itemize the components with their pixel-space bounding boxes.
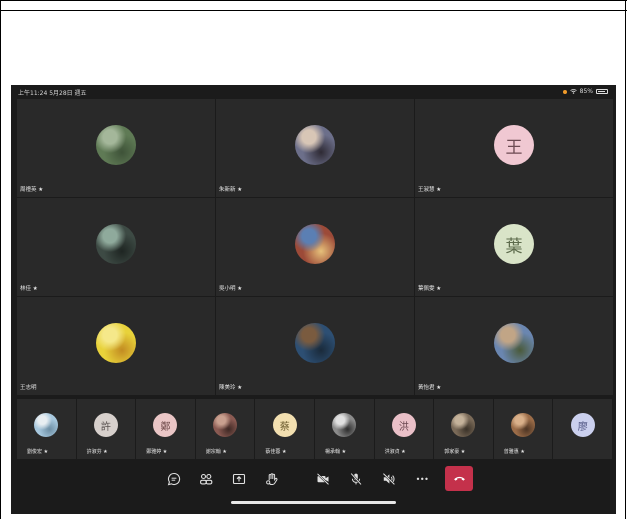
participant-strip: 劉俊宏 ★ 許許淑芬 ★ 鄭鄭雅婷 ★ 謝宗翰 ★ 蔡蔡佳蓉 ★ 楊承翰 ★ 洪洪淑貞 ★ 郭… bbox=[17, 399, 613, 459]
raise-hand-button[interactable] bbox=[263, 470, 281, 488]
more-options-icon: ••• bbox=[415, 474, 429, 484]
participant-name: 朱新新 ★ bbox=[219, 187, 243, 193]
header-rule bbox=[0, 10, 627, 11]
recording-dot-icon bbox=[562, 89, 567, 94]
participant-thumbnail[interactable]: 郭家豪 ★ bbox=[434, 399, 493, 459]
participant-name: 王淑慧 ★ bbox=[418, 187, 442, 193]
avatar-photo bbox=[332, 413, 357, 437]
participant-tile[interactable]: 周禮英 ★ bbox=[17, 99, 215, 197]
call-controls: ••• bbox=[11, 462, 616, 496]
speaker-toggle-button[interactable] bbox=[380, 470, 398, 488]
participant-name: 葉佩雯 ★ bbox=[418, 286, 442, 292]
top-border bbox=[0, 0, 627, 1]
avatar-photo bbox=[451, 413, 476, 437]
participant-name: 鄭雅婷 ★ bbox=[146, 449, 168, 455]
avatar-photo bbox=[494, 323, 534, 363]
participant-name: 林佳 ★ bbox=[20, 286, 38, 292]
share-screen-icon bbox=[232, 473, 246, 485]
participant-name: 曾雅惠 ★ bbox=[503, 449, 525, 455]
participant-name: 許淑芬 ★ bbox=[86, 449, 108, 455]
participant-name: 劉俊宏 ★ bbox=[27, 449, 49, 455]
share-screen-button[interactable] bbox=[230, 470, 248, 488]
avatar-photo bbox=[96, 125, 136, 165]
participant-name: 郭家豪 ★ bbox=[444, 449, 466, 455]
more-options-button[interactable]: ••• bbox=[413, 470, 431, 488]
participant-thumbnail[interactable]: 蔡蔡佳蓉 ★ bbox=[255, 399, 314, 459]
avatar-initial-letter: 許 bbox=[100, 421, 111, 433]
avatar-initial: 蔡 bbox=[272, 413, 297, 437]
participant-name: 洪淑貞 ★ bbox=[384, 449, 406, 455]
avatar-photo bbox=[295, 125, 335, 165]
battery-icon bbox=[596, 89, 608, 94]
participant-name: 王志明 bbox=[20, 385, 37, 391]
participants-icon bbox=[200, 473, 213, 485]
avatar-initial: 廖 bbox=[570, 413, 595, 437]
avatar-initial: 王 bbox=[494, 125, 534, 165]
battery-percent: 85% bbox=[579, 88, 593, 95]
participant-thumbnail[interactable]: 楊承翰 ★ bbox=[315, 399, 374, 459]
avatar-initial-letter: 廖 bbox=[577, 421, 588, 433]
wifi-icon bbox=[569, 89, 577, 94]
participant-thumbnail[interactable]: 謝宗翰 ★ bbox=[195, 399, 255, 459]
participant-thumbnail[interactable]: 曾雅惠 ★ bbox=[493, 399, 553, 459]
avatar-photo bbox=[34, 413, 59, 437]
participant-name: 黃怡君 ★ bbox=[418, 385, 442, 391]
camera-toggle-button[interactable] bbox=[314, 470, 332, 488]
participant-tile[interactable]: 朱新新 ★ bbox=[216, 99, 414, 197]
participant-name: 謝宗翰 ★ bbox=[205, 449, 227, 455]
home-indicator[interactable] bbox=[231, 501, 396, 504]
status-time: 上午11:24 5月28日 週五 bbox=[18, 90, 87, 97]
participant-tile[interactable]: 黃怡君 ★ bbox=[415, 297, 613, 395]
camera-off-icon bbox=[316, 473, 330, 486]
participant-name: 周禮英 ★ bbox=[20, 187, 44, 193]
participant-thumbnail[interactable]: 劉俊宏 ★ bbox=[17, 399, 76, 459]
participant-tile[interactable]: 吳小明 ★ bbox=[216, 198, 414, 296]
meeting-screen: 上午11:24 5月28日 週五 85% 周禮英 ★ 朱新新 ★ 王王淑慧 ★ 林佳 … bbox=[11, 85, 616, 514]
participant-name: 蔡佳蓉 ★ bbox=[265, 449, 287, 455]
avatar-photo bbox=[96, 323, 136, 363]
participant-thumbnail[interactable]: 洪洪淑貞 ★ bbox=[374, 399, 434, 459]
participant-thumbnail[interactable]: 鄭鄭雅婷 ★ bbox=[136, 399, 195, 459]
right-border bbox=[625, 0, 626, 519]
participant-thumbnail[interactable]: 許許淑芬 ★ bbox=[76, 399, 136, 459]
hang-up-button[interactable] bbox=[445, 466, 473, 491]
status-indicators: 85% bbox=[562, 88, 608, 95]
avatar-photo bbox=[213, 413, 238, 437]
avatar-initial: 許 bbox=[93, 413, 118, 437]
participant-tile[interactable]: 葉葉佩雯 ★ bbox=[415, 198, 613, 296]
avatar-initial-letter: 王 bbox=[505, 137, 523, 158]
participants-button[interactable] bbox=[197, 470, 215, 488]
avatar-initial: 洪 bbox=[391, 413, 416, 437]
mic-off-icon bbox=[350, 472, 362, 486]
participant-thumbnail[interactable]: 廖 bbox=[553, 399, 612, 459]
participant-name: 陳美玲 ★ bbox=[219, 385, 243, 391]
mic-toggle-button[interactable] bbox=[347, 470, 365, 488]
status-bar: 上午11:24 5月28日 週五 85% bbox=[11, 85, 616, 99]
hang-up-icon bbox=[453, 476, 465, 481]
chat-button[interactable] bbox=[165, 470, 183, 488]
avatar-initial: 葉 bbox=[494, 224, 534, 264]
participant-tile[interactable]: 王王淑慧 ★ bbox=[415, 99, 613, 197]
avatar-initial: 鄭 bbox=[153, 413, 178, 437]
avatar-initial-letter: 洪 bbox=[398, 421, 409, 433]
chat-icon bbox=[167, 472, 181, 486]
participant-tile[interactable]: 林佳 ★ bbox=[17, 198, 215, 296]
raise-hand-icon bbox=[266, 473, 278, 486]
avatar-initial-letter: 葉 bbox=[505, 236, 523, 257]
participant-name: 楊承翰 ★ bbox=[325, 449, 347, 455]
participant-name: 吳小明 ★ bbox=[219, 286, 243, 292]
avatar-photo bbox=[511, 413, 536, 437]
video-grid: 周禮英 ★ 朱新新 ★ 王王淑慧 ★ 林佳 ★ 吳小明 ★ 葉葉佩雯 ★ 王志明 陳美玲 ★ 黃… bbox=[17, 99, 613, 396]
avatar-initial-letter: 鄭 bbox=[160, 421, 171, 433]
participant-tile[interactable]: 陳美玲 ★ bbox=[216, 297, 414, 395]
avatar-photo bbox=[96, 224, 136, 264]
left-border bbox=[0, 0, 1, 519]
speaker-off-icon bbox=[382, 472, 396, 486]
participant-tile[interactable]: 王志明 bbox=[17, 297, 215, 395]
avatar-initial-letter: 蔡 bbox=[279, 421, 290, 433]
avatar-photo bbox=[295, 224, 335, 264]
avatar-photo bbox=[295, 323, 335, 363]
